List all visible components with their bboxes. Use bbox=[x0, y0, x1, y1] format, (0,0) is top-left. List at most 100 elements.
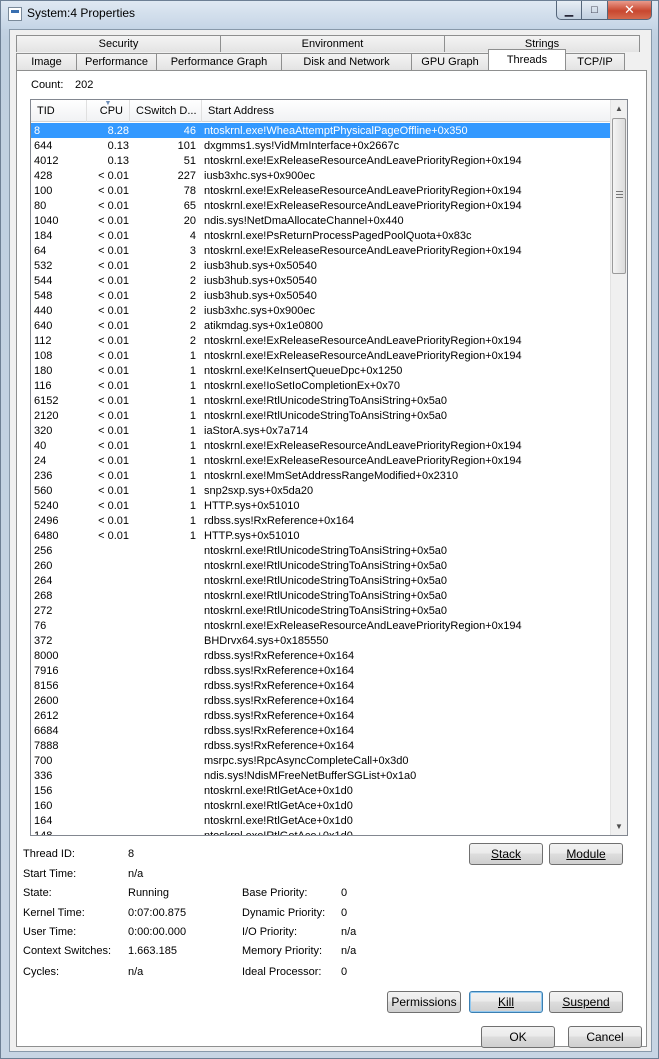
cell-cpu: < 0.01 bbox=[98, 244, 129, 257]
table-row[interactable]: 100 < 0.01 78 ntoskrnl.exe!ExReleaseResourc… bbox=[31, 183, 612, 198]
table-row[interactable]: 372 BHDrvx64.sys+0x185550 bbox=[31, 633, 612, 648]
table-row[interactable]: 148 ntoskrnl.exe!RtlGetAce+0x1d0 bbox=[31, 828, 612, 836]
table-row[interactable]: 80 < 0.01 65 ntoskrnl.exe!ExReleaseResource… bbox=[31, 198, 612, 213]
table-row[interactable]: 40 < 0.01 1 ntoskrnl.exe!ExReleaseResourceA… bbox=[31, 438, 612, 453]
table-row[interactable]: 544 < 0.01 2 iusb3hub.sys+0x50540 bbox=[31, 273, 612, 288]
tab-environment[interactable]: Environment bbox=[220, 35, 445, 52]
scroll-thumb[interactable] bbox=[612, 118, 626, 274]
table-row[interactable]: 8 8.28 46 ntoskrnl.exe!WheaAttemptPhysicalP… bbox=[31, 123, 612, 138]
column-header-start-address[interactable]: Start Address bbox=[202, 100, 612, 122]
cell-tid: 6684 bbox=[34, 724, 59, 737]
scroll-down-icon[interactable]: ▼ bbox=[611, 818, 627, 835]
table-row[interactable]: 6480 < 0.01 1 HTTP.sys+0x51010 bbox=[31, 528, 612, 543]
vertical-scrollbar[interactable]: ▲ ▼ bbox=[610, 100, 627, 835]
table-row[interactable]: 260 ntoskrnl.exe!RtlUnicodeStringToAnsiSt… bbox=[31, 558, 612, 573]
tab-gpu-graph[interactable]: GPU Graph bbox=[411, 53, 489, 70]
memory-priority-label: Memory Priority: bbox=[242, 945, 323, 957]
cell-start-address: ntoskrnl.exe!PsReturnProcessPagedPoolQuo… bbox=[204, 229, 472, 242]
ideal-processor-label: Ideal Processor: bbox=[242, 966, 322, 978]
column-header-cpu[interactable]: ▼ CPU bbox=[87, 100, 130, 122]
table-row[interactable]: 108 < 0.01 1 ntoskrnl.exe!ExReleaseResource… bbox=[31, 348, 612, 363]
scroll-up-icon[interactable]: ▲ bbox=[611, 100, 627, 117]
table-row[interactable]: 76 ntoskrnl.exe!ExReleaseResourceAndLeave… bbox=[31, 618, 612, 633]
table-row[interactable]: 256 ntoskrnl.exe!RtlUnicodeStringToAnsiSt… bbox=[31, 543, 612, 558]
table-row[interactable]: 6152 < 0.01 1 ntoskrnl.exe!RtlUnicodeString… bbox=[31, 393, 612, 408]
table-row[interactable]: 116 < 0.01 1 ntoskrnl.exe!IoSetIoCompletion… bbox=[31, 378, 612, 393]
table-row[interactable]: 2612 rdbss.sys!RxReference+0x164 bbox=[31, 708, 612, 723]
cell-start-address: atikmdag.sys+0x1e0800 bbox=[204, 319, 323, 332]
cell-tid: 108 bbox=[34, 349, 53, 362]
threads-list[interactable]: TID ▼ CPU CSwitch D... Start Address 8 8.… bbox=[30, 99, 628, 836]
kill-button[interactable]: Kill bbox=[469, 991, 543, 1013]
table-row[interactable]: 2496 < 0.01 1 rdbss.sys!RxReference+0x164 bbox=[31, 513, 612, 528]
cell-cswitch: 1 bbox=[189, 469, 196, 482]
table-row[interactable]: 644 0.13 101 dxgmms1.sys!VidMmInterface+0x2… bbox=[31, 138, 612, 153]
table-row[interactable]: 548 < 0.01 2 iusb3hub.sys+0x50540 bbox=[31, 288, 612, 303]
table-row[interactable]: 236 < 0.01 1 ntoskrnl.exe!MmSetAddressRange… bbox=[31, 468, 612, 483]
permissions-button[interactable]: Permissions bbox=[387, 991, 461, 1013]
table-row[interactable]: 2120 < 0.01 1 ntoskrnl.exe!RtlUnicodeString… bbox=[31, 408, 612, 423]
tab-image[interactable]: Image bbox=[16, 53, 77, 70]
title-bar[interactable]: System:4 Properties ▁ □ ✕ bbox=[1, 1, 658, 29]
cell-cpu: < 0.01 bbox=[98, 319, 129, 332]
table-row[interactable]: 2600 rdbss.sys!RxReference+0x164 bbox=[31, 693, 612, 708]
table-row[interactable]: 560 < 0.01 1 snp2sxp.sys+0x5da20 bbox=[31, 483, 612, 498]
table-row[interactable]: 440 < 0.01 2 iusb3xhc.sys+0x900ec bbox=[31, 303, 612, 318]
table-row[interactable]: 8156 rdbss.sys!RxReference+0x164 bbox=[31, 678, 612, 693]
tab-tcp-ip[interactable]: TCP/IP bbox=[565, 53, 625, 70]
table-row[interactable]: 156 ntoskrnl.exe!RtlGetAce+0x1d0 bbox=[31, 783, 612, 798]
cell-tid: 320 bbox=[34, 424, 53, 437]
minimize-button[interactable]: ▁ bbox=[556, 1, 582, 20]
cell-cswitch: 20 bbox=[183, 214, 196, 227]
table-row[interactable]: 160 ntoskrnl.exe!RtlGetAce+0x1d0 bbox=[31, 798, 612, 813]
table-row[interactable]: 180 < 0.01 1 ntoskrnl.exe!KeInsertQueueDpc+… bbox=[31, 363, 612, 378]
cell-tid: 156 bbox=[34, 784, 53, 797]
table-row[interactable]: 24 < 0.01 1 ntoskrnl.exe!ExReleaseResourceA… bbox=[31, 453, 612, 468]
table-row[interactable]: 5240 < 0.01 1 HTTP.sys+0x51010 bbox=[31, 498, 612, 513]
table-row[interactable]: 272 ntoskrnl.exe!RtlUnicodeStringToAnsiSt… bbox=[31, 603, 612, 618]
table-row[interactable]: 532 < 0.01 2 iusb3hub.sys+0x50540 bbox=[31, 258, 612, 273]
table-row[interactable]: 7888 rdbss.sys!RxReference+0x164 bbox=[31, 738, 612, 753]
cell-tid: 644 bbox=[34, 139, 53, 152]
table-row[interactable]: 1040 < 0.01 20 ndis.sys!NetDmaAllocateChann… bbox=[31, 213, 612, 228]
table-row[interactable]: 7916 rdbss.sys!RxReference+0x164 bbox=[31, 663, 612, 678]
ideal-processor-value: 0 bbox=[341, 966, 348, 978]
cancel-button[interactable]: Cancel bbox=[568, 1026, 642, 1048]
cell-start-address: snp2sxp.sys+0x5da20 bbox=[204, 484, 314, 497]
suspend-button[interactable]: Suspend bbox=[549, 991, 623, 1013]
cell-cpu: < 0.01 bbox=[98, 214, 129, 227]
table-row[interactable]: 164 ntoskrnl.exe!RtlGetAce+0x1d0 bbox=[31, 813, 612, 828]
table-row[interactable]: 4012 0.13 51 ntoskrnl.exe!ExReleaseResource… bbox=[31, 153, 612, 168]
table-row[interactable]: 264 ntoskrnl.exe!RtlUnicodeStringToAnsiSt… bbox=[31, 573, 612, 588]
cell-start-address: ntoskrnl.exe!RtlUnicodeStringToAnsiStrin… bbox=[204, 589, 448, 602]
cell-cpu: < 0.01 bbox=[98, 289, 129, 302]
table-row[interactable]: 640 < 0.01 2 atikmdag.sys+0x1e0800 bbox=[31, 318, 612, 333]
tab-threads[interactable]: Threads bbox=[488, 49, 566, 70]
column-header-cswitch[interactable]: CSwitch D... bbox=[130, 100, 202, 122]
start-time-value: n/a bbox=[128, 868, 144, 880]
table-row[interactable]: 64 < 0.01 3 ntoskrnl.exe!ExReleaseResourceA… bbox=[31, 243, 612, 258]
tab-performance[interactable]: Performance bbox=[76, 53, 157, 70]
tab-performance-graph[interactable]: Performance Graph bbox=[156, 53, 282, 70]
cell-cswitch: 1 bbox=[189, 529, 196, 542]
table-row[interactable]: 268 ntoskrnl.exe!RtlUnicodeStringToAnsiSt… bbox=[31, 588, 612, 603]
maximize-button[interactable]: □ bbox=[582, 1, 608, 20]
column-header-tid[interactable]: TID bbox=[31, 100, 87, 122]
cell-cswitch: 46 bbox=[183, 124, 196, 137]
table-row[interactable]: 184 < 0.01 4 ntoskrnl.exe!PsReturnProcessPa… bbox=[31, 228, 612, 243]
ok-button[interactable]: OK bbox=[481, 1026, 555, 1048]
tab-security[interactable]: Security bbox=[16, 35, 221, 52]
tab-disk-and-network[interactable]: Disk and Network bbox=[281, 53, 412, 70]
cell-tid: 76 bbox=[34, 619, 47, 632]
user-time-value: 0:00:00.000 bbox=[128, 926, 187, 938]
table-row[interactable]: 320 < 0.01 1 iaStorA.sys+0x7a714 bbox=[31, 423, 612, 438]
module-button[interactable]: Module bbox=[549, 843, 623, 865]
table-row[interactable]: 8000 rdbss.sys!RxReference+0x164 bbox=[31, 648, 612, 663]
table-row[interactable]: 112 < 0.01 2 ntoskrnl.exe!ExReleaseResource… bbox=[31, 333, 612, 348]
table-row[interactable]: 6684 rdbss.sys!RxReference+0x164 bbox=[31, 723, 612, 738]
table-row[interactable]: 336 ndis.sys!NdisMFreeNetBufferSGList+0x1… bbox=[31, 768, 612, 783]
table-row[interactable]: 700 msrpc.sys!RpcAsyncCompleteCall+0x3d0 bbox=[31, 753, 612, 768]
table-row[interactable]: 428 < 0.01 227 iusb3xhc.sys+0x900ec bbox=[31, 168, 612, 183]
close-button[interactable]: ✕ bbox=[608, 1, 652, 20]
stack-button[interactable]: Stack bbox=[469, 843, 543, 865]
